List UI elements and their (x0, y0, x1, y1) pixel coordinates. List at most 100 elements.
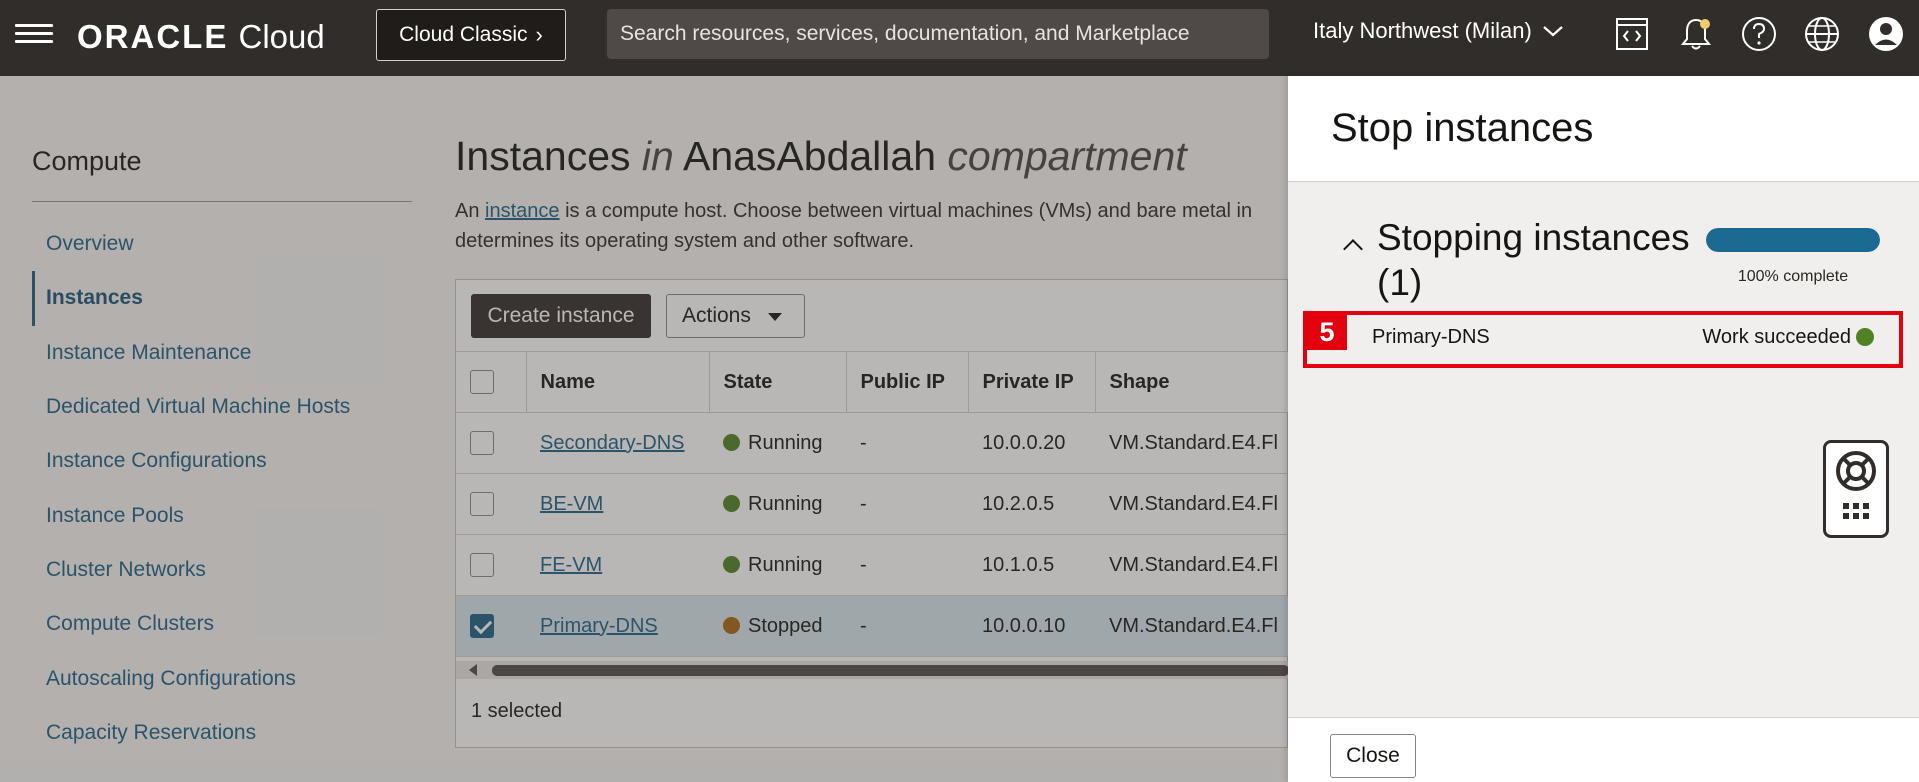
actions-dropdown-button[interactable]: Actions (666, 294, 805, 338)
instance-name-link[interactable]: Primary-DNS (540, 615, 658, 637)
progress-bar (1706, 228, 1880, 252)
row-checkbox[interactable] (470, 614, 494, 638)
instance-name-link[interactable]: FE-VM (540, 554, 602, 576)
public-ip-cell: - (846, 473, 968, 535)
sidebar-item-instance-configurations[interactable]: Instance Configurations (32, 434, 412, 488)
table-row: FE-VM Running - 10.1.0.5 VM.Standard.E4.… (456, 534, 1289, 596)
state-cell: Running (709, 534, 846, 596)
row-checkbox[interactable] (470, 492, 494, 516)
search-input[interactable]: Search resources, services, documentatio… (607, 9, 1269, 59)
row-checkbox-cell (456, 473, 526, 535)
column-header-public-ip[interactable]: Public IP (846, 351, 969, 413)
instance-name-link[interactable]: Secondary-DNS (540, 432, 685, 454)
row-checkbox[interactable] (470, 431, 494, 455)
row-checkbox-cell (456, 534, 526, 596)
column-header-shape[interactable]: Shape (1095, 351, 1289, 413)
progress-label: 100% complete (1737, 268, 1849, 285)
result-status-text: Work succeeded (1702, 326, 1851, 348)
logo-cloud-text: Cloud (238, 18, 325, 55)
actions-label: Actions (682, 304, 751, 327)
scroll-left-arrow-icon[interactable] (469, 664, 477, 676)
close-button[interactable]: Close (1330, 734, 1416, 778)
sidebar-item-instance-maintenance[interactable]: Instance Maintenance (32, 326, 412, 380)
success-dot-icon (1856, 328, 1874, 346)
sidebar-item-instances[interactable]: Instances (32, 271, 412, 326)
cloud-classic-button[interactable]: Cloud Classic › (376, 9, 566, 61)
table-row: BE-VM Running - 10.2.0.5 VM.Standard.E4.… (456, 473, 1289, 535)
drawer-footer-divider (1288, 717, 1919, 718)
select-all-cell (456, 351, 527, 413)
sidebar-divider (32, 201, 412, 202)
state-cell: Stopped (709, 595, 846, 657)
sidebar-nav: Overview Instances Instance Maintenance … (32, 217, 412, 760)
scrollbar-thumb[interactable] (492, 665, 1289, 676)
create-instance-button[interactable]: Create instance (471, 294, 651, 338)
instance-doc-link[interactable]: instance (485, 200, 560, 222)
public-ip-cell: - (846, 412, 968, 474)
column-header-private-ip[interactable]: Private IP (968, 351, 1096, 413)
sidebar-item-autoscaling-configurations[interactable]: Autoscaling Configurations (32, 651, 412, 705)
state-dot-icon (723, 616, 740, 634)
table-row: Primary-DNS Stopped - 10.0.0.10 VM.Stand… (456, 595, 1289, 657)
desc-prefix: An (455, 200, 486, 222)
result-instance-name: Primary-DNS (1372, 326, 1490, 348)
column-header-state[interactable]: State (709, 351, 847, 413)
row-checkbox-cell (456, 595, 526, 657)
instances-table-panel: Create instance Actions Name State Publi… (455, 279, 1289, 748)
search-placeholder: Search resources, services, documentatio… (620, 22, 1190, 45)
chevron-down-icon (1543, 26, 1563, 37)
globe-icon[interactable] (1802, 14, 1842, 54)
drawer-title: Stop instances (1331, 106, 1594, 150)
row-checkbox-cell (456, 412, 526, 474)
sidebar-item-compute-clusters[interactable]: Compute Clusters (32, 597, 412, 651)
step-badge: 5 (1307, 315, 1347, 350)
region-selector[interactable]: Italy Northwest (Milan) (1313, 18, 1564, 44)
instance-name-link[interactable]: BE-VM (540, 493, 603, 515)
help-widget[interactable] (1823, 440, 1889, 538)
heading-count: (1) (1377, 262, 1423, 303)
sidebar-item-cluster-networks[interactable]: Cluster Networks (32, 543, 412, 597)
sidebar-item-capacity-reservations[interactable]: Capacity Reservations (32, 706, 412, 760)
public-ip-cell: - (846, 595, 968, 657)
heading-line1: Stopping instances (1377, 217, 1690, 258)
help-icon[interactable] (1739, 14, 1779, 54)
state-dot-icon (723, 555, 740, 573)
stop-instances-drawer: Stop instances Stopping instances (1) 10… (1288, 76, 1919, 782)
sidebar-item-dedicated-vm-hosts[interactable]: Dedicated Virtual Machine Hosts (32, 380, 412, 434)
page-title-compartment: compartment (947, 133, 1187, 179)
bell-icon[interactable] (1676, 14, 1716, 54)
instance-name-cell: BE-VM (526, 473, 709, 535)
sidebar-item-overview[interactable]: Overview (32, 217, 412, 271)
sidebar-title: Compute (32, 146, 142, 176)
state-text: Running (748, 431, 823, 454)
table-header-row: Name State Public IP Private IP Shape (456, 351, 1289, 413)
page-title-compartment-name: AnasAbdallah (682, 133, 936, 179)
state-cell: Running (709, 473, 846, 535)
hamburger-menu-icon[interactable] (15, 19, 53, 49)
private-ip-cell: 10.0.0.10 (968, 595, 1095, 657)
code-editor-icon[interactable] (1612, 14, 1652, 54)
horizontal-scrollbar[interactable] (456, 661, 1289, 679)
chevron-right-icon: › (535, 22, 543, 47)
page-title-in: in (641, 133, 674, 179)
column-header-name[interactable]: Name (526, 351, 710, 413)
user-avatar-icon[interactable] (1866, 14, 1906, 54)
select-all-checkbox[interactable] (470, 370, 494, 394)
logo-oracle-text: ORACLE (77, 18, 229, 55)
shape-cell: VM.Standard.E4.Fl (1095, 473, 1289, 535)
row-checkbox[interactable] (470, 553, 494, 577)
top-navigation-bar: ORACLE Cloud Cloud Classic › Search reso… (0, 0, 1919, 76)
lifebuoy-icon (1836, 451, 1876, 519)
state-cell: Running (709, 412, 846, 474)
sidebar-item-instance-pools[interactable]: Instance Pools (32, 488, 412, 542)
public-ip-cell: - (846, 534, 968, 596)
chevron-up-icon[interactable] (1343, 239, 1363, 259)
caret-down-icon (768, 313, 782, 321)
cloud-classic-label: Cloud Classic (399, 23, 528, 46)
selected-count: 1 selected (471, 700, 563, 722)
table-row: Secondary-DNS Running - 10.0.0.20 VM.Sta… (456, 412, 1289, 474)
oracle-cloud-logo[interactable]: ORACLE Cloud (77, 18, 325, 56)
private-ip-cell: 10.0.0.20 (968, 412, 1095, 474)
instance-name-cell: Secondary-DNS (526, 412, 709, 474)
work-result-row: 5 Primary-DNS Work succeeded (1303, 311, 1903, 368)
